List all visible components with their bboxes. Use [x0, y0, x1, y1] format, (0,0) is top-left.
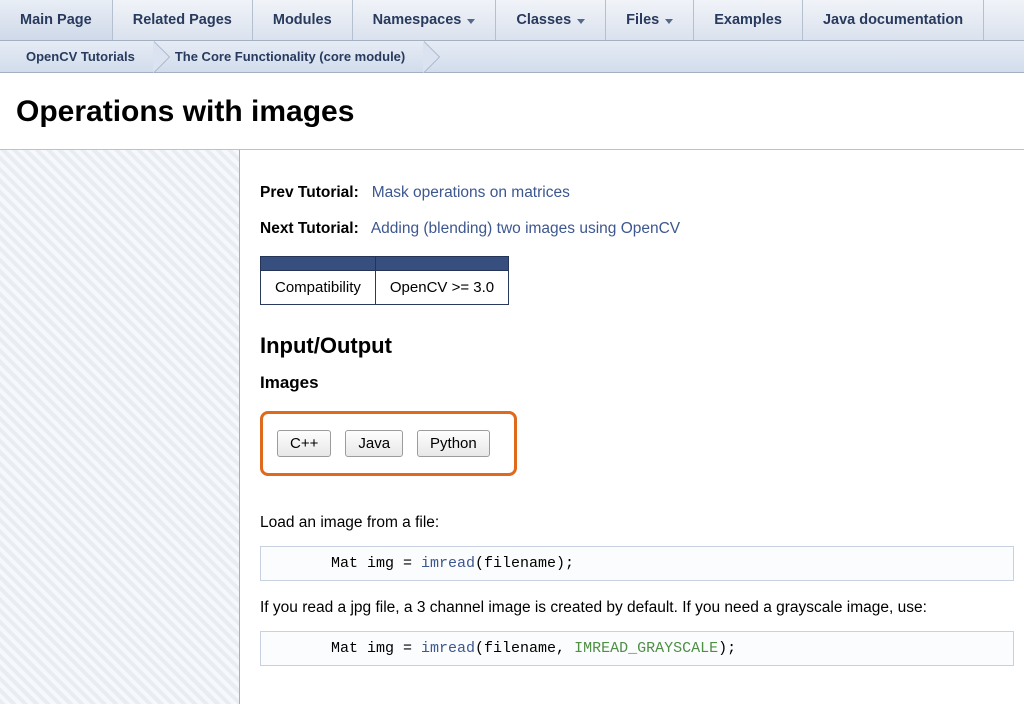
tab-python[interactable]: Python	[417, 430, 490, 457]
breadcrumb-label: The Core Functionality (core module)	[175, 49, 405, 64]
nav-label: Examples	[714, 12, 782, 28]
section-heading: Input/Output	[260, 333, 1014, 359]
chevron-down-icon	[467, 19, 475, 24]
nav-classes[interactable]: Classes	[496, 0, 606, 40]
sidebar-placeholder	[0, 150, 240, 704]
nav-main-page[interactable]: Main Page	[0, 0, 113, 40]
breadcrumb-label: OpenCV Tutorials	[26, 49, 135, 64]
next-tutorial: Next Tutorial: Adding (blending) two ima…	[260, 220, 1014, 238]
breadcrumb: OpenCV Tutorials The Core Functionality …	[0, 41, 1024, 73]
nav-label: Modules	[273, 12, 332, 28]
paragraph: If you read a jpg file, a 3 channel imag…	[260, 599, 1014, 617]
nav-examples[interactable]: Examples	[694, 0, 803, 40]
top-nav: Main Page Related Pages Modules Namespac…	[0, 0, 1024, 41]
prev-label: Prev Tutorial:	[260, 184, 359, 201]
content-area: Prev Tutorial: Mask operations on matric…	[240, 150, 1024, 704]
nav-label: Java documentation	[823, 12, 963, 28]
nav-java-doc[interactable]: Java documentation	[803, 0, 984, 40]
tab-cpp[interactable]: C++	[277, 430, 331, 457]
next-label: Next Tutorial:	[260, 220, 359, 237]
chevron-down-icon	[665, 19, 673, 24]
code-block: Mat img = imread(filename);	[260, 546, 1014, 581]
nav-files[interactable]: Files	[606, 0, 694, 40]
next-link[interactable]: Adding (blending) two images using OpenC…	[371, 220, 680, 237]
breadcrumb-item[interactable]: The Core Functionality (core module)	[153, 41, 423, 72]
tab-java[interactable]: Java	[345, 430, 403, 457]
subsection-heading: Images	[260, 373, 1014, 393]
chevron-down-icon	[577, 19, 585, 24]
main-layout: Prev Tutorial: Mask operations on matric…	[0, 149, 1024, 704]
nav-label: Main Page	[20, 12, 92, 28]
language-tabs-highlight: C++ Java Python	[260, 411, 517, 476]
nav-label: Namespaces	[373, 12, 462, 28]
nav-label: Related Pages	[133, 12, 232, 28]
compatibility-table: Compatibility OpenCV >= 3.0	[260, 256, 509, 305]
prev-link[interactable]: Mask operations on matrices	[372, 184, 570, 201]
breadcrumb-item[interactable]: OpenCV Tutorials	[4, 41, 153, 72]
paragraph: Load an image from a file:	[260, 514, 1014, 532]
nav-label: Classes	[516, 12, 571, 28]
nav-namespaces[interactable]: Namespaces	[353, 0, 497, 40]
prev-tutorial: Prev Tutorial: Mask operations on matric…	[260, 184, 1014, 202]
page-title: Operations with images	[16, 95, 1024, 129]
nav-modules[interactable]: Modules	[253, 0, 353, 40]
nav-label: Files	[626, 12, 659, 28]
compat-key: Compatibility	[261, 271, 376, 305]
compat-value: OpenCV >= 3.0	[375, 271, 508, 305]
code-block: Mat img = imread(filename, IMREAD_GRAYSC…	[260, 631, 1014, 666]
nav-related-pages[interactable]: Related Pages	[113, 0, 253, 40]
